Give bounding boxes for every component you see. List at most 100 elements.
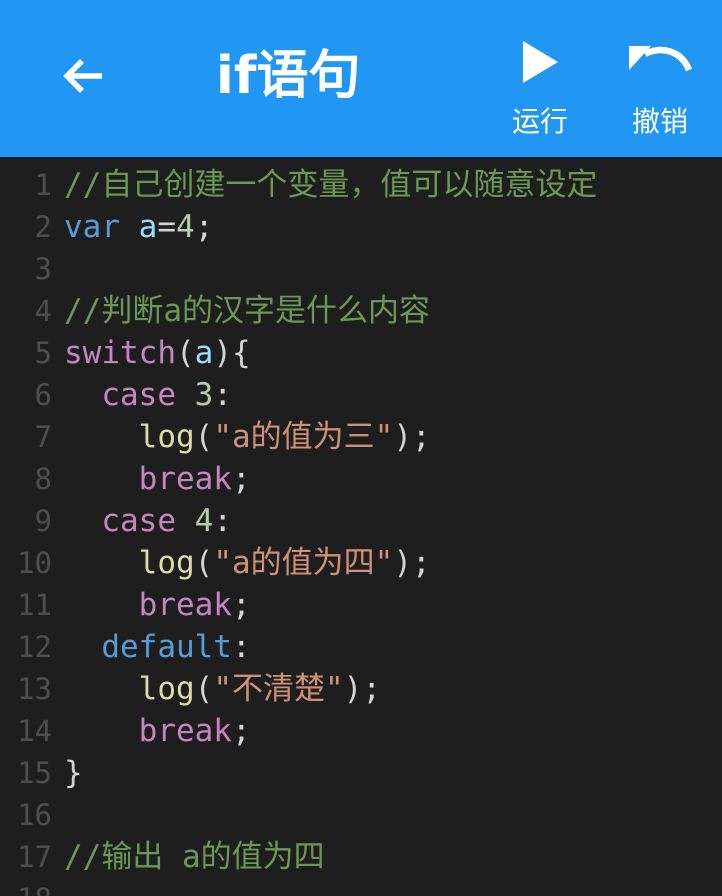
code-text: log("不清楚"); (64, 668, 381, 710)
code-token-punc (64, 587, 139, 623)
code-text: default: (64, 626, 250, 668)
code-text: break; (64, 710, 251, 752)
code-editor[interactable]: 1//自己创建一个变量，值可以随意设定 2 var a=4; 3 4//判断a的汉字是什… (0, 157, 722, 896)
code-token-kw: break (138, 713, 232, 749)
code-token-punc: ); (393, 419, 431, 455)
page-title: if语句 (216, 46, 361, 106)
line-number: 3 (34, 252, 52, 286)
code-line[interactable]: 14 break; (0, 710, 722, 752)
code-token-punc: ; (231, 587, 251, 623)
code-token-punc (64, 545, 139, 581)
code-token-comment: //判断a的汉字是什么内容 (64, 293, 430, 329)
code-token-punc (64, 503, 101, 539)
code-token-num: 3 (194, 377, 214, 413)
code-line[interactable]: 1 //自己创建一个变量，值可以随意设定 (0, 164, 722, 206)
app-toolbar: if语句 运行 撤销 (0, 0, 722, 157)
code-token-func: log (138, 671, 195, 707)
line-number: 9 (34, 504, 52, 538)
code-token-punc: ); (393, 545, 431, 581)
back-arrow-icon (63, 59, 102, 93)
code-token-func: log (138, 545, 195, 581)
code-line[interactable]: 9 case 4: (0, 500, 722, 542)
undo-label: 撤销 (631, 105, 688, 138)
code-token-punc (64, 671, 139, 707)
code-text: //自己创建一个变量，值可以随意设定 (64, 164, 597, 206)
line-number: 7 (34, 420, 52, 454)
code-line[interactable]: 2 var a=4; (0, 206, 722, 248)
code-token-punc (176, 503, 195, 539)
play-icon (523, 41, 558, 83)
line-number: 5 (34, 336, 52, 370)
code-token-kw: break (138, 587, 232, 623)
line-number: 1 (34, 168, 52, 202)
code-token-num: 4 (194, 503, 214, 539)
line-number: 16 (17, 798, 52, 832)
run-button[interactable]: 运行 (495, 30, 585, 142)
code-token-punc: : (213, 503, 232, 539)
code-token-punc (64, 629, 101, 665)
code-token-var: var (64, 209, 120, 245)
code-token-str: "不清楚" (213, 671, 344, 707)
line-number: 4 (34, 294, 52, 328)
code-token-num: 4 (176, 209, 195, 245)
code-line[interactable]: 17 //输出 a的值为四 (0, 836, 722, 878)
code-text: case 4: (64, 500, 232, 542)
code-line[interactable]: 13 log("不清楚"); (0, 668, 722, 710)
line-number: 17 (17, 840, 52, 874)
code-text: log("a的值为三"); (64, 416, 431, 458)
code-line[interactable]: 4 //判断a的汉字是什么内容 (0, 290, 722, 332)
line-number: 15 (17, 756, 52, 790)
code-token-str: "a的值为四" (213, 545, 394, 581)
code-token-punc: = (157, 209, 177, 245)
code-line[interactable]: 5 switch(a){ (0, 332, 722, 374)
code-text: break; (64, 458, 251, 500)
code-token-punc: ( (194, 419, 214, 455)
code-text: //判断a的汉字是什么内容 (64, 290, 430, 332)
code-line[interactable]: 7 log("a的值为三"); (0, 416, 722, 458)
code-line[interactable]: 8 break; (0, 458, 722, 500)
line-number: 12 (17, 630, 52, 664)
code-token-kw: break (138, 461, 232, 497)
code-token-punc: } (64, 755, 83, 791)
code-token-punc: ( (175, 335, 195, 371)
code-token-punc (176, 377, 195, 413)
run-label: 运行 (511, 105, 568, 138)
code-text: } (64, 752, 83, 794)
undo-icon (629, 46, 693, 72)
code-token-ident: a (194, 335, 214, 371)
code-line[interactable]: 18 (0, 878, 722, 896)
code-line[interactable]: 16 (0, 794, 722, 836)
line-number: 13 (17, 672, 52, 706)
code-token-comment: //输出 a的值为四 (64, 839, 325, 875)
code-token-punc: ; (194, 209, 214, 245)
line-number: 10 (17, 546, 52, 580)
line-number: 11 (17, 588, 52, 622)
back-button[interactable] (48, 40, 120, 112)
line-number: 18 (0, 878, 52, 896)
code-token-punc (64, 461, 139, 497)
code-line[interactable]: 6 case 3: (0, 374, 722, 416)
code-text: break; (64, 584, 251, 626)
code-token-punc: ; (231, 713, 251, 749)
code-token-punc (64, 377, 101, 413)
code-token-punc (120, 209, 139, 245)
line-number: 6 (34, 378, 52, 412)
code-token-punc: ( (194, 545, 214, 581)
code-line[interactable]: 10 log("a的值为四"); (0, 542, 722, 584)
code-line[interactable]: 12 default: (0, 626, 722, 668)
code-token-punc: ( (194, 671, 214, 707)
code-token-punc: : (213, 377, 232, 413)
code-line[interactable]: 15} (0, 752, 722, 794)
code-token-func: log (138, 419, 195, 455)
undo-button[interactable]: 撤销 (615, 30, 705, 142)
code-token-kw: case (101, 503, 176, 539)
line-number: 2 (34, 210, 52, 244)
code-line[interactable]: 11 break; (0, 584, 722, 626)
code-token-kw: switch (64, 335, 176, 371)
code-token-kw: case (101, 377, 176, 413)
code-line[interactable]: 3 (0, 248, 722, 290)
line-number: 8 (34, 462, 52, 496)
code-token-punc: ; (231, 461, 251, 497)
code-token-str: "a的值为三" (213, 419, 394, 455)
code-text: var a=4; (64, 206, 213, 248)
